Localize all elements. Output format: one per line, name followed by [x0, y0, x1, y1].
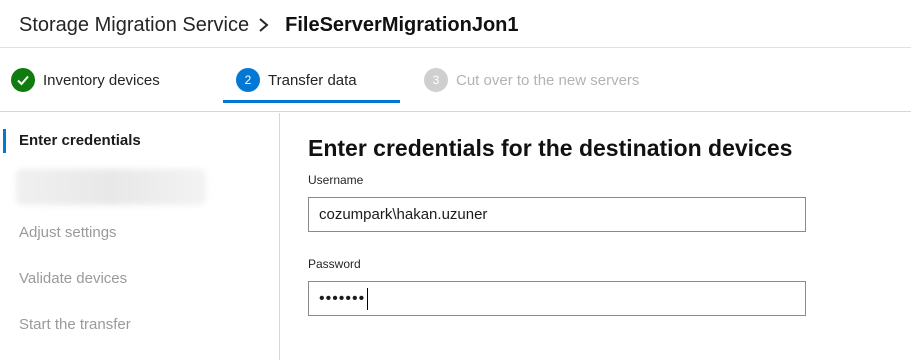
- step-inventory-devices[interactable]: Inventory devices: [11, 66, 160, 94]
- password-label: Password: [308, 257, 361, 271]
- nav-item-obscured: [16, 169, 206, 205]
- step-number-badge: 2: [236, 68, 260, 92]
- username-field[interactable]: [308, 197, 806, 232]
- nav-item-start-transfer[interactable]: Start the transfer: [19, 316, 131, 333]
- nav-item-validate-devices[interactable]: Validate devices: [19, 270, 127, 287]
- active-nav-indicator: [3, 129, 6, 153]
- main-content: Enter credentials for the destination de…: [281, 113, 911, 360]
- chevron-right-icon: [257, 15, 279, 35]
- password-field[interactable]: •••••••: [308, 281, 806, 316]
- breadcrumb: Storage Migration Service FileServerMigr…: [19, 12, 519, 38]
- step-transfer-data[interactable]: 2 Transfer data: [236, 66, 357, 94]
- breadcrumb-current: FileServerMigrationJon1: [285, 14, 519, 36]
- header: Storage Migration Service FileServerMigr…: [0, 0, 911, 48]
- nav-item-enter-credentials[interactable]: Enter credentials: [19, 132, 141, 149]
- step-label: Inventory devices: [43, 71, 160, 89]
- breadcrumb-root[interactable]: Storage Migration Service: [19, 12, 249, 38]
- username-label: Username: [308, 173, 364, 187]
- check-icon: [11, 68, 35, 92]
- text-caret: [367, 287, 369, 310]
- active-step-underline: [223, 100, 400, 103]
- step-number-badge: 3: [424, 68, 448, 92]
- left-navigation: Enter credentials Adjust settings Valida…: [0, 113, 280, 360]
- password-mask: •••••••: [319, 289, 366, 307]
- step-tabs: Inventory devices 2 Transfer data 3 Cut …: [0, 48, 911, 112]
- step-label: Transfer data: [268, 71, 357, 89]
- nav-item-adjust-settings[interactable]: Adjust settings: [19, 224, 117, 241]
- page-title: Enter credentials for the destination de…: [308, 135, 793, 161]
- step-cut-over: 3 Cut over to the new servers: [424, 66, 639, 94]
- storage-migration-page: Storage Migration Service FileServerMigr…: [0, 0, 911, 360]
- step-label: Cut over to the new servers: [456, 71, 640, 89]
